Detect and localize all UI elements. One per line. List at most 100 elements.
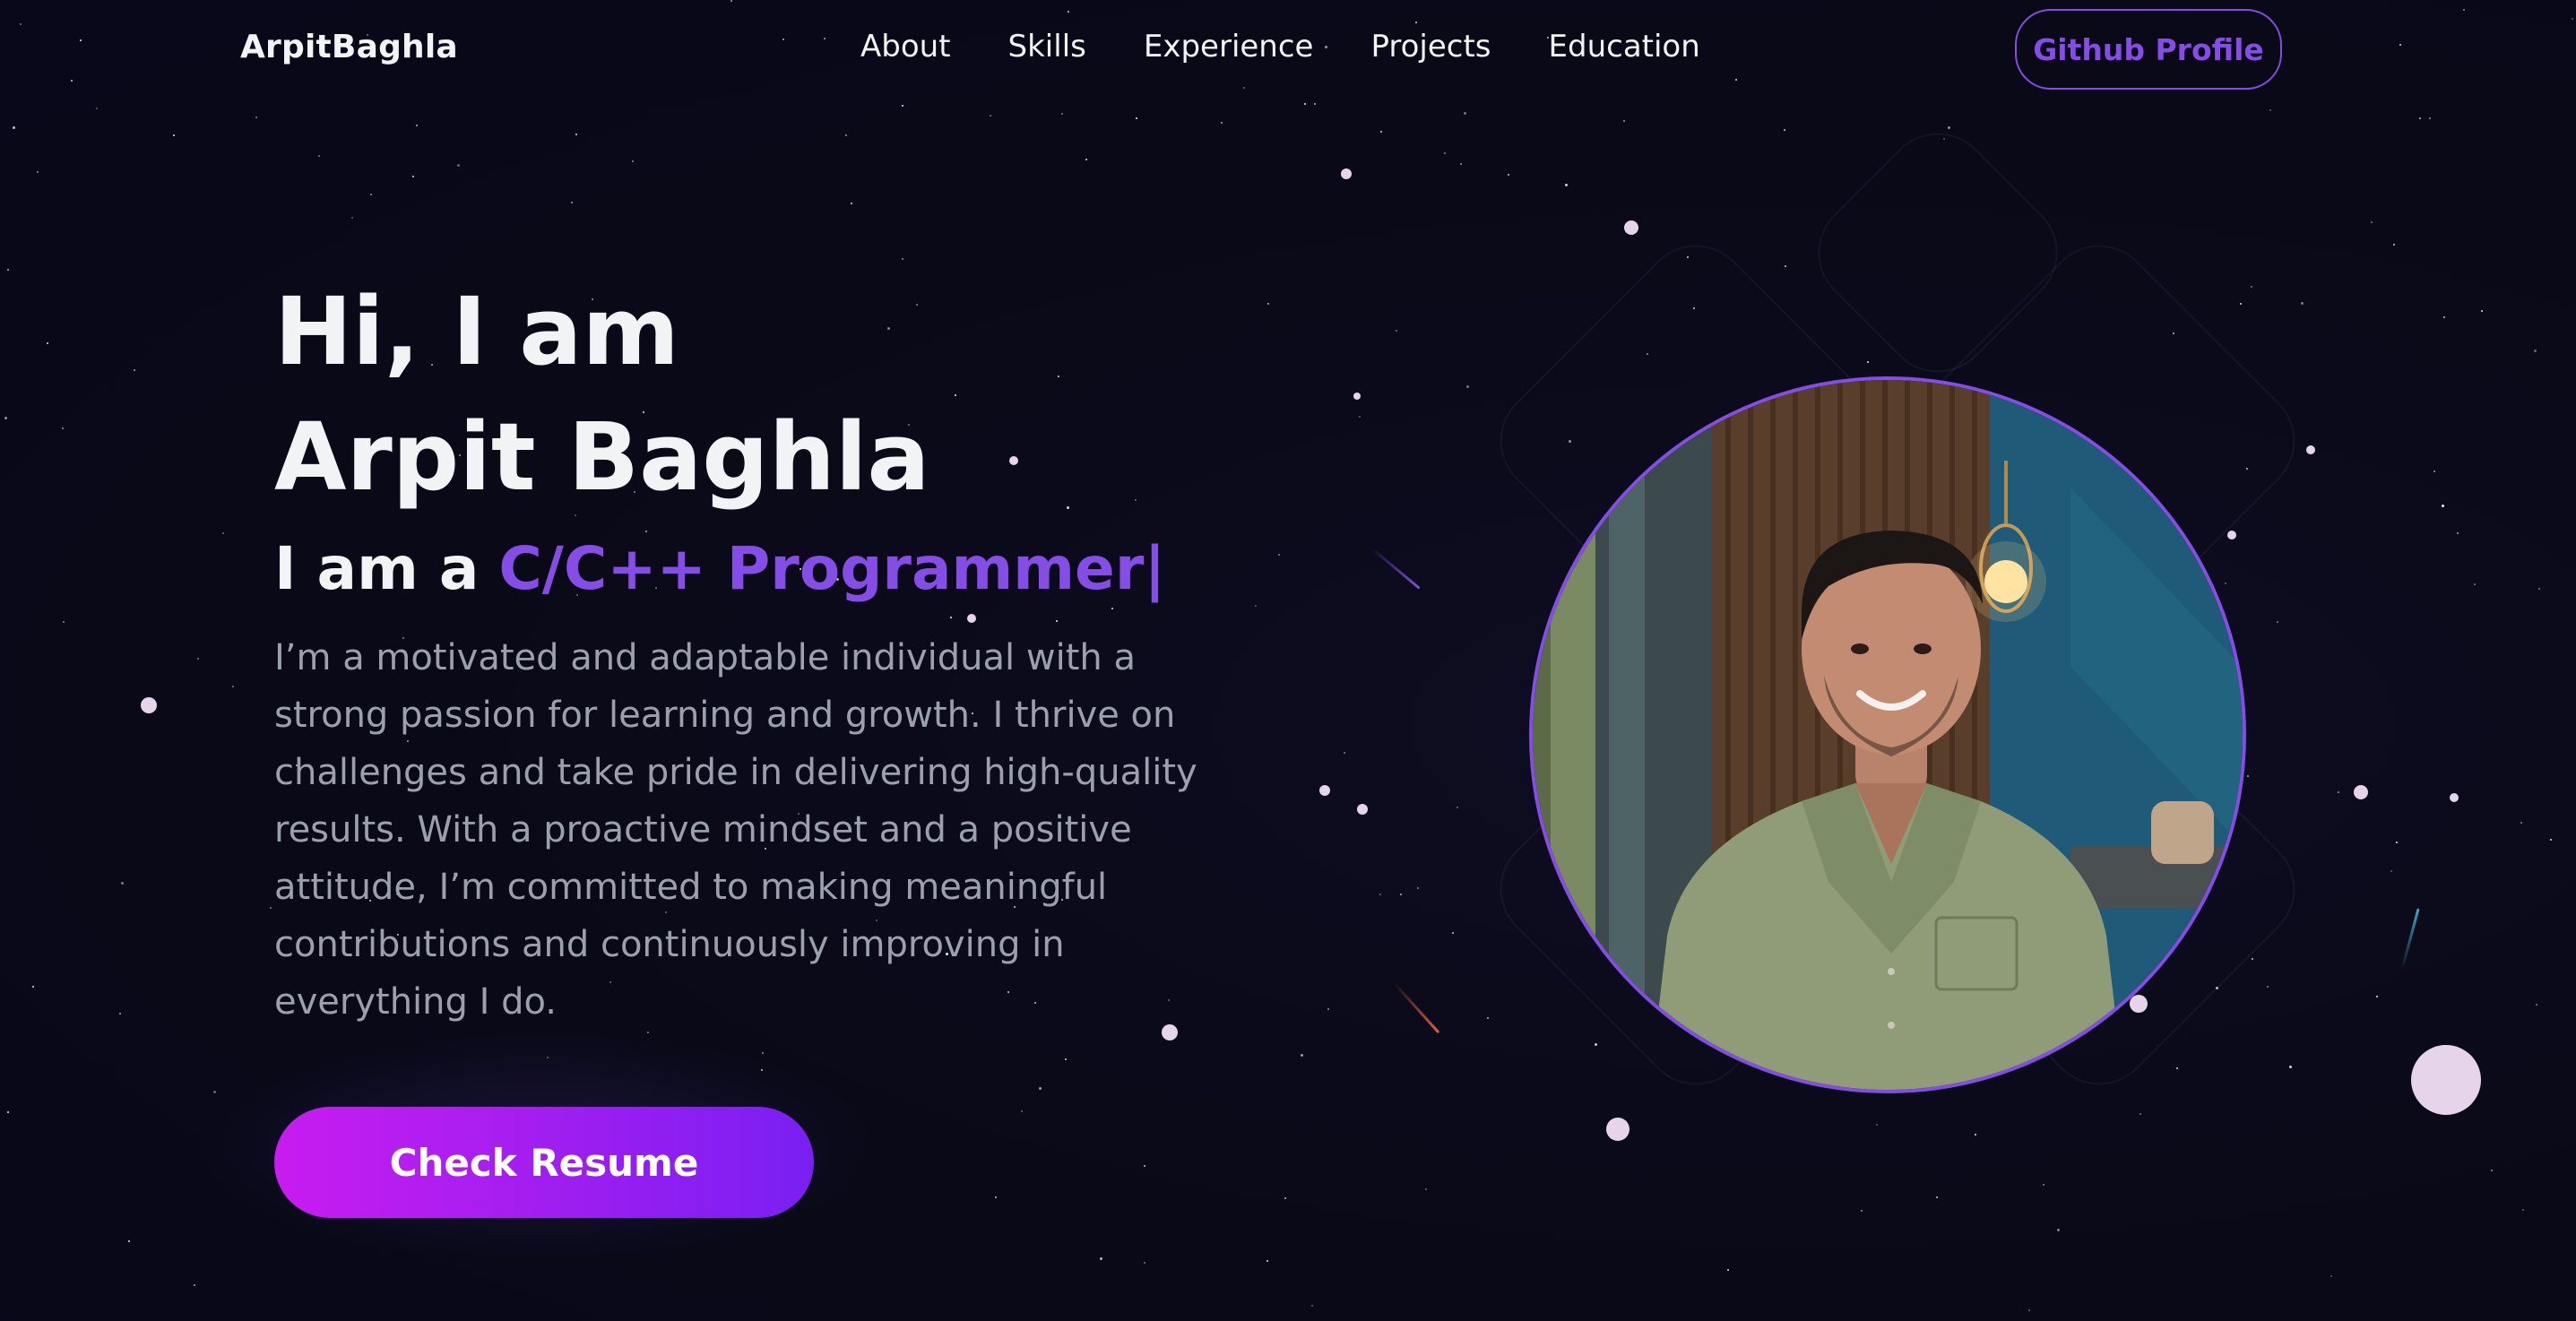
star	[213, 1091, 216, 1093]
star	[370, 194, 372, 195]
star	[2522, 1209, 2524, 1211]
nav-link-education[interactable]: Education	[1549, 29, 1700, 65]
star	[1444, 152, 1446, 154]
star	[2225, 583, 2226, 584]
nav-link-experience[interactable]: Experience	[1144, 29, 1314, 65]
glowing-orb	[2411, 1045, 2481, 1115]
star	[2269, 109, 2271, 111]
star	[1565, 184, 1568, 186]
star	[1255, 605, 1257, 607]
star	[902, 258, 903, 260]
star	[2301, 302, 2304, 305]
star	[1058, 376, 1059, 377]
nav-link-about[interactable]: About	[860, 29, 951, 65]
subtitle-prefix: I am a	[274, 534, 480, 603]
glowing-orb	[1606, 1118, 1629, 1141]
star	[2240, 303, 2242, 305]
star	[2028, 1309, 2030, 1311]
glowing-orb	[2354, 785, 2368, 799]
glowing-orb	[1624, 220, 1638, 235]
shooting-star	[1392, 981, 1440, 1034]
star	[1327, 1008, 1329, 1010]
star	[950, 617, 952, 618]
star	[1284, 1197, 1286, 1199]
star	[1359, 416, 1361, 418]
star	[1100, 1257, 1102, 1260]
star	[1508, 174, 1509, 176]
star	[2491, 1170, 2493, 1171]
star	[1311, 1305, 1313, 1307]
star	[2267, 986, 2269, 988]
star	[32, 986, 34, 988]
star	[2536, 1004, 2537, 1006]
star	[1065, 1058, 1067, 1060]
star	[2330, 1275, 2332, 1277]
star	[2277, 621, 2278, 623]
star	[1417, 887, 1419, 889]
glowing-orb	[1353, 393, 1361, 400]
star	[851, 203, 852, 204]
glowing-orb	[141, 697, 157, 713]
github-profile-button[interactable]: Github Profile	[2015, 9, 2282, 90]
star	[318, 155, 320, 157]
star	[575, 134, 577, 135]
star	[1464, 112, 1466, 115]
star	[96, 108, 98, 109]
star	[121, 882, 124, 885]
star	[1975, 1134, 1976, 1135]
star	[1380, 131, 1382, 133]
star	[647, 1032, 649, 1033]
hero-title-name: Arpit Baghla	[274, 402, 930, 512]
glowing-orb	[1357, 804, 1368, 815]
star	[134, 369, 135, 371]
star	[1267, 303, 1269, 305]
star	[1466, 385, 1469, 388]
star	[2376, 996, 2378, 997]
nav-link-skills[interactable]: Skills	[1008, 29, 1086, 65]
profile-photo	[1529, 376, 2246, 1093]
star	[270, 907, 272, 909]
star	[2550, 839, 2552, 841]
star	[232, 686, 234, 687]
hero-title: Hi, I am Arpit Baghla	[274, 269, 930, 520]
star	[1785, 265, 1786, 267]
star	[1056, 620, 1058, 622]
star	[1623, 120, 1625, 122]
star	[2442, 505, 2444, 507]
star	[1727, 1269, 1729, 1271]
glowing-orb	[2450, 793, 2459, 802]
star	[412, 176, 414, 177]
star	[2520, 822, 2522, 824]
star	[1085, 159, 1087, 160]
star	[2252, 958, 2253, 960]
star	[63, 621, 65, 623]
star	[2390, 870, 2392, 872]
star	[1948, 126, 1950, 129]
star	[2474, 583, 2476, 585]
star	[2139, 1113, 2141, 1115]
nav-link-projects[interactable]: Projects	[1370, 29, 1491, 65]
site-logo[interactable]: ArpitBaghla	[240, 29, 458, 65]
star	[1061, 113, 1063, 115]
star	[2338, 791, 2339, 793]
star	[1304, 103, 1306, 105]
star	[1039, 1087, 1042, 1090]
star	[1067, 506, 1069, 509]
star	[173, 134, 175, 136]
star	[1460, 163, 1462, 165]
star	[119, 1013, 121, 1014]
star	[2429, 117, 2431, 119]
glowing-orb	[1341, 168, 1352, 179]
glowing-orb	[967, 614, 976, 623]
star	[7, 1111, 9, 1113]
star	[2396, 842, 2398, 843]
check-resume-button[interactable]: Check Resume	[274, 1107, 814, 1218]
star	[47, 342, 48, 344]
glowing-orb	[1009, 456, 1018, 465]
star	[1266, 1260, 1268, 1262]
hero-subtitle: I am a C/C++ Programmer|	[274, 529, 1165, 609]
shooting-star	[1370, 547, 1421, 590]
star	[2057, 1229, 2060, 1231]
star	[457, 164, 460, 167]
typewriter-cursor: |	[1144, 534, 1166, 603]
